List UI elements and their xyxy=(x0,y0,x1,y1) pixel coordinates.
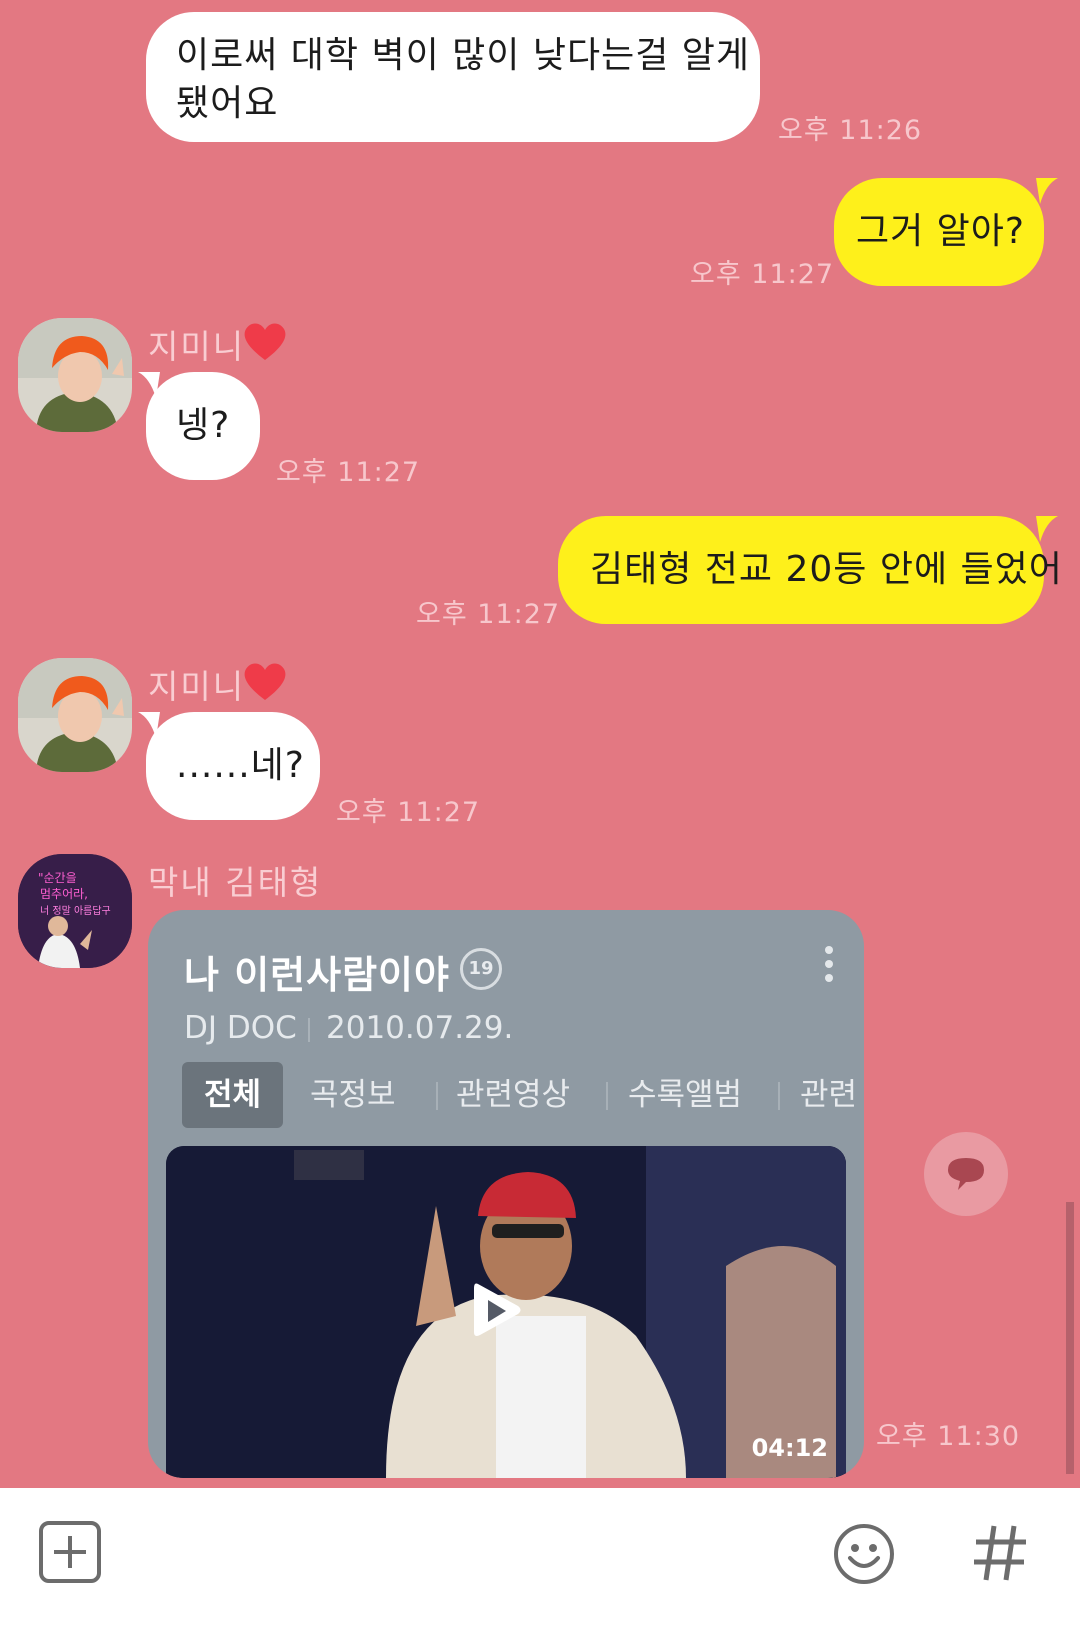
tab-separator xyxy=(778,1082,780,1110)
message-time: 오후 11:30 xyxy=(876,1421,1021,1452)
bubble-tail xyxy=(1036,516,1058,542)
tab-related[interactable]: 관련 xyxy=(800,1062,857,1128)
bubble-tail xyxy=(1036,178,1058,204)
video-thumbnail[interactable]: 04:12 xyxy=(166,1146,846,1478)
avatar-photo: "순간을 멈추어라, 너 정말 아름답구 xyxy=(18,854,132,968)
input-bar xyxy=(0,1488,1080,1633)
scrollbar[interactable] xyxy=(1066,1202,1074,1474)
video-duration: 04:12 xyxy=(751,1434,828,1462)
avatar[interactable]: "순간을 멈추어라, 너 정말 아름답구 xyxy=(18,854,132,968)
tab-all[interactable]: 전체 xyxy=(182,1062,284,1128)
avatar[interactable] xyxy=(18,658,132,772)
sender-name: 막내 김태형 xyxy=(148,863,323,902)
message-text: 넹? xyxy=(176,405,231,446)
neon-text: 멈추어라, xyxy=(40,887,88,901)
message-bubble[interactable]: ......네? xyxy=(146,712,320,820)
tab-separator xyxy=(436,1082,438,1110)
message-time: 오후 11:27 xyxy=(416,599,561,630)
plus-square-icon[interactable] xyxy=(38,1520,102,1584)
comment-button[interactable] xyxy=(924,1132,1008,1216)
speech-bubble-icon xyxy=(948,1158,984,1190)
heart-icon xyxy=(244,663,286,700)
neon-text: "순간을 xyxy=(38,871,77,885)
hash-icon[interactable] xyxy=(968,1520,1032,1584)
play-icon[interactable] xyxy=(468,1278,524,1342)
message-text: ......네? xyxy=(176,745,305,786)
message-time: 오후 11:26 xyxy=(778,115,923,146)
message-bubble[interactable]: 이로써 대학 벽이 많이 낮다는걸 알게 됐어요 xyxy=(146,12,760,142)
avatar[interactable] xyxy=(18,318,132,432)
tab-related-videos[interactable]: 관련영상 xyxy=(456,1062,570,1128)
message-text-line: 됐어요 xyxy=(176,83,279,124)
message-time: 오후 11:27 xyxy=(276,457,421,488)
song-title: 나 이런사람이야 xyxy=(184,953,450,997)
message-text: 김태형 전교 20등 안에 들었어 xyxy=(590,549,1063,590)
sender-name: 지미니 xyxy=(148,327,246,366)
avatar-photo xyxy=(18,318,132,432)
message-text: 그거 알아? xyxy=(856,211,1026,252)
chat-area[interactable]: 이로써 대학 벽이 많이 낮다는걸 알게 됐어요 오후 11:26 그거 알아?… xyxy=(0,0,1080,1488)
release-date: 2010.07.29. xyxy=(326,1010,514,1046)
sender-name: 지미니 xyxy=(148,667,246,706)
card-tabs: 전체 곡정보 관련영상 수록앨범 관련 xyxy=(182,1062,864,1128)
divider xyxy=(308,1018,310,1042)
more-options-icon[interactable] xyxy=(822,944,836,984)
avatar-photo xyxy=(18,658,132,772)
message-time: 오후 11:27 xyxy=(690,259,835,290)
music-card[interactable]: 나 이런사람이야 19 DJ DOC 2010.07.29. 전체 곡정보 관련… xyxy=(148,910,864,1478)
artist-name: DJ DOC xyxy=(184,1010,297,1046)
neon-text: 너 정말 아름답구 xyxy=(40,905,111,917)
age-rating-badge: 19 xyxy=(460,948,502,990)
tab-song-info[interactable]: 곡정보 xyxy=(310,1062,396,1128)
message-bubble[interactable]: 넹? xyxy=(146,372,260,480)
smiley-icon[interactable] xyxy=(832,1522,896,1586)
message-text-line: 이로써 대학 벽이 많이 낮다는걸 알게 xyxy=(176,35,751,76)
message-bubble[interactable]: 김태형 전교 20등 안에 들었어 xyxy=(558,516,1062,624)
heart-icon xyxy=(244,323,286,360)
tab-album[interactable]: 수록앨범 xyxy=(628,1062,742,1128)
tab-separator xyxy=(606,1082,608,1110)
message-bubble[interactable]: 그거 알아? xyxy=(834,178,1044,286)
message-time: 오후 11:27 xyxy=(336,797,481,828)
